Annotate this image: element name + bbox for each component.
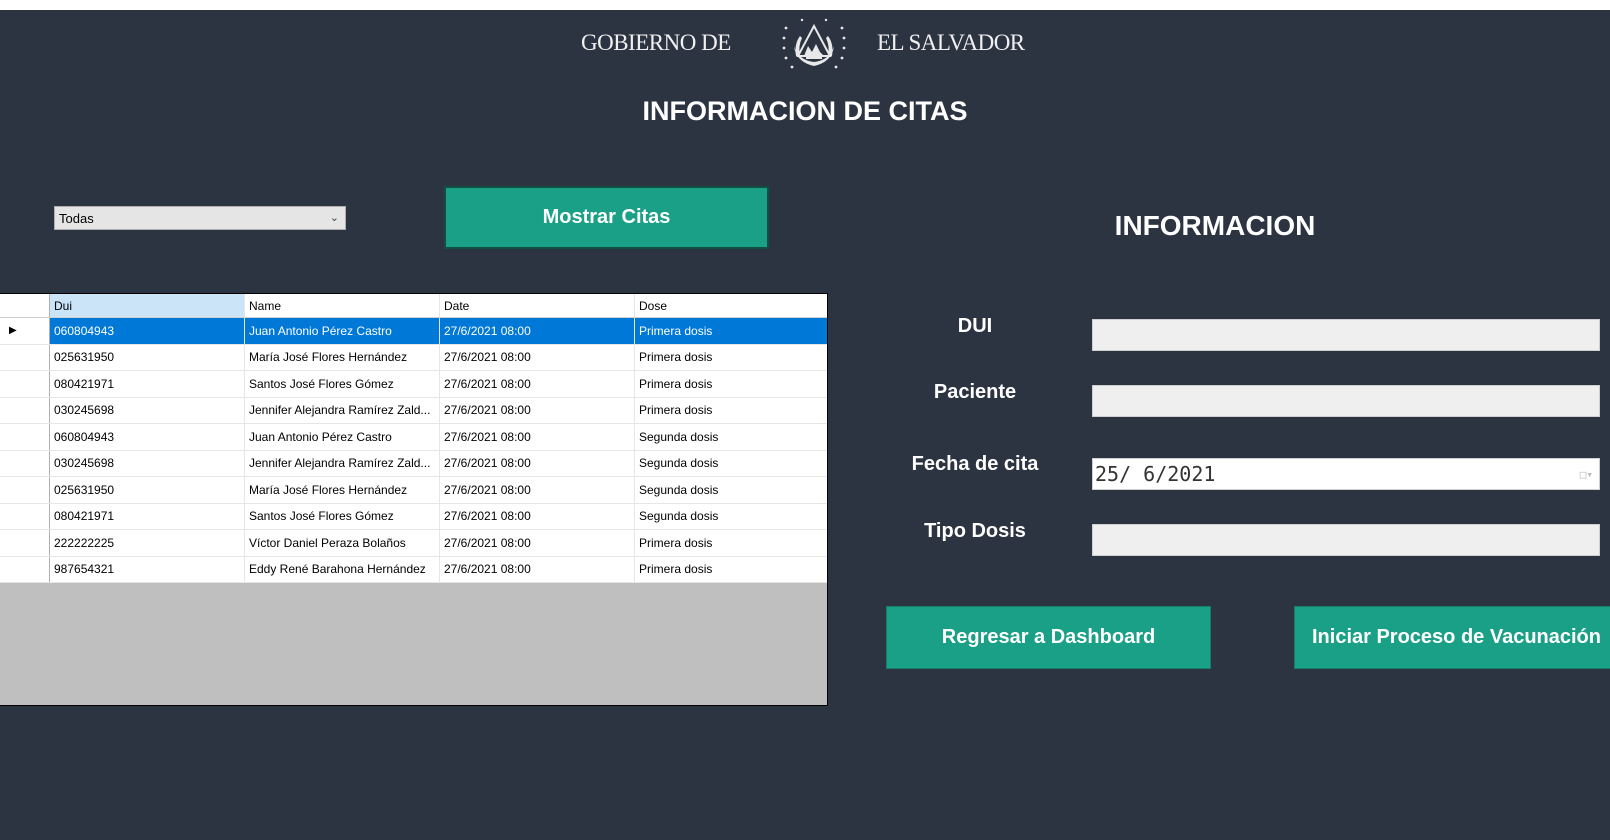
column-header-dui[interactable]: Dui	[50, 294, 245, 317]
column-header-name[interactable]: Name	[245, 294, 440, 317]
cell-name[interactable]: María José Flores Hernández	[245, 477, 440, 503]
info-panel-title: INFORMACION	[1114, 210, 1316, 241]
row-header-cell[interactable]	[0, 424, 50, 450]
column-header-dose[interactable]: Dose	[635, 294, 827, 317]
current-row-arrow-icon: ▶	[9, 325, 17, 337]
cell-name[interactable]: Jennifer Alejandra Ramírez Zald...	[245, 450, 440, 476]
cell-date[interactable]: 27/6/2021 08:00	[440, 397, 635, 423]
table-row[interactable]: 060804943 Juan Antonio Pérez Castro 27/6/2…	[0, 424, 827, 451]
cell-dui[interactable]: 987654321	[50, 556, 245, 582]
cell-dose[interactable]: Segunda dosis	[635, 504, 827, 530]
fecha-cita-datepicker[interactable]: 25/ 6/2021 □▾	[1092, 458, 1600, 490]
cell-date[interactable]: 27/6/2021 08:00	[440, 450, 635, 476]
chevron-down-icon: ⌄	[329, 212, 339, 224]
table-row[interactable]: 030245698 Jennifer Alejandra Ramírez Zald…	[0, 450, 827, 477]
row-header-cell[interactable]	[0, 556, 50, 582]
cell-name[interactable]: María José Flores Hernández	[245, 344, 440, 370]
cell-date[interactable]: 27/6/2021 08:00	[440, 344, 635, 370]
gobierno-text-left: GOBIERNO DE	[581, 30, 731, 55]
row-header-cell[interactable]	[0, 344, 50, 370]
dui-label: DUI	[957, 315, 993, 337]
row-header-cell[interactable]: ▶	[0, 318, 50, 344]
el-salvador-coat-of-arms-icon	[782, 18, 846, 69]
cell-dose[interactable]: Segunda dosis	[635, 451, 827, 477]
cell-name[interactable]: Eddy René Barahona Hernández	[245, 556, 440, 582]
cell-dui[interactable]: 060804943	[50, 318, 245, 344]
table-row[interactable]: 025631950 María José Flores Hernández 27/6…	[0, 477, 827, 504]
cell-name[interactable]: Santos José Flores Gómez	[245, 371, 440, 397]
cell-dose[interactable]: Segunda dosis	[635, 477, 827, 503]
dui-field[interactable]	[1092, 319, 1600, 351]
cell-dui[interactable]: 080421971	[50, 371, 245, 397]
column-header-date[interactable]: Date	[440, 294, 635, 317]
citas-table: Dui Name Date Dose ▶ 060804943 Juan Antoni…	[0, 294, 827, 583]
cell-dui[interactable]: 025631950	[50, 477, 245, 503]
paciente-field[interactable]	[1092, 385, 1600, 417]
calendar-dropdown-icon[interactable]: □▾	[1580, 468, 1593, 481]
fecha-cita-label: Fecha de cita	[911, 453, 1039, 475]
table-row[interactable]: 987654321 Eddy René Barahona Hernández 27/…	[0, 556, 827, 583]
app-window: GOBIERNO DE EL SALVADOR INFORMACION DE C…	[0, 10, 1610, 840]
cell-date[interactable]: 27/6/2021 08:00	[440, 556, 635, 582]
tipo-dosis-label: Tipo Dosis	[924, 520, 1026, 542]
cell-date[interactable]: 27/6/2021 08:00	[440, 424, 635, 450]
page-title: INFORMACION DE CITAS	[642, 96, 968, 126]
cell-dose[interactable]: Primera dosis	[635, 345, 827, 371]
fecha-cita-value: 25/ 6/2021	[1095, 462, 1216, 486]
cell-name[interactable]: Jennifer Alejandra Ramírez Zald...	[245, 397, 440, 423]
cell-dose[interactable]: Primera dosis	[635, 530, 827, 556]
cell-date[interactable]: 27/6/2021 08:00	[440, 371, 635, 397]
cell-dui[interactable]: 222222225	[50, 530, 245, 556]
row-header-cell[interactable]	[0, 530, 50, 556]
cell-dose[interactable]: Primera dosis	[635, 557, 827, 583]
cell-dui[interactable]: 030245698	[50, 450, 245, 476]
table-row[interactable]: 222222225 Víctor Daniel Peraza Bolaños 27/…	[0, 530, 827, 557]
cell-dui[interactable]: 030245698	[50, 397, 245, 423]
cell-date[interactable]: 27/6/2021 08:00	[440, 318, 635, 344]
cell-dose[interactable]: Primera dosis	[635, 318, 827, 344]
cell-name[interactable]: Juan Antonio Pérez Castro	[245, 318, 440, 344]
tipo-dosis-field[interactable]	[1092, 524, 1600, 556]
row-header-cell[interactable]	[0, 371, 50, 397]
mostrar-citas-button[interactable]: Mostrar Citas	[444, 186, 769, 249]
cell-dose[interactable]: Primera dosis	[635, 398, 827, 424]
regresar-dashboard-button[interactable]: Regresar a Dashboard	[886, 606, 1211, 669]
grid-body: ▶ 060804943 Juan Antonio Pérez Castro 27/6/…	[0, 318, 827, 583]
table-row[interactable]: ▶ 060804943 Juan Antonio Pérez Castro 27/6/…	[0, 318, 827, 345]
cell-date[interactable]: 27/6/2021 08:00	[440, 530, 635, 556]
cell-dui[interactable]: 080421971	[50, 503, 245, 529]
filter-dropdown-value: Todas	[59, 211, 94, 226]
cell-dui[interactable]: 025631950	[50, 344, 245, 370]
cell-name[interactable]: Santos José Flores Gómez	[245, 503, 440, 529]
table-row[interactable]: 080421971 Santos José Flores Gómez 27/6/20…	[0, 503, 827, 530]
row-header-cell[interactable]	[0, 477, 50, 503]
row-header-corner	[0, 294, 50, 317]
filter-dropdown[interactable]: Todas ⌄	[54, 206, 346, 230]
table-row[interactable]: 080421971 Santos José Flores Gómez 27/6/20…	[0, 371, 827, 398]
cell-name[interactable]: Víctor Daniel Peraza Bolaños	[245, 530, 440, 556]
gobierno-text-right: EL SALVADOR	[877, 30, 1025, 55]
grid-header-row: Dui Name Date Dose	[0, 294, 827, 318]
cell-name[interactable]: Juan Antonio Pérez Castro	[245, 424, 440, 450]
paciente-label: Paciente	[933, 381, 1017, 403]
cell-dose[interactable]: Segunda dosis	[635, 424, 827, 450]
row-header-cell[interactable]	[0, 503, 50, 529]
cell-date[interactable]: 27/6/2021 08:00	[440, 503, 635, 529]
table-row[interactable]: 025631950 María José Flores Hernández 27/6…	[0, 344, 827, 371]
iniciar-vacunacion-button[interactable]: Iniciar Proceso de Vacunación	[1294, 606, 1610, 669]
cell-date[interactable]: 27/6/2021 08:00	[440, 477, 635, 503]
table-row[interactable]: 030245698 Jennifer Alejandra Ramírez Zald…	[0, 397, 827, 424]
cell-dose[interactable]: Primera dosis	[635, 371, 827, 397]
cell-dui[interactable]: 060804943	[50, 424, 245, 450]
row-header-cell[interactable]	[0, 397, 50, 423]
citas-grid[interactable]: Dui Name Date Dose ▶ 060804943 Juan Antoni…	[0, 293, 828, 706]
row-header-cell[interactable]	[0, 450, 50, 476]
